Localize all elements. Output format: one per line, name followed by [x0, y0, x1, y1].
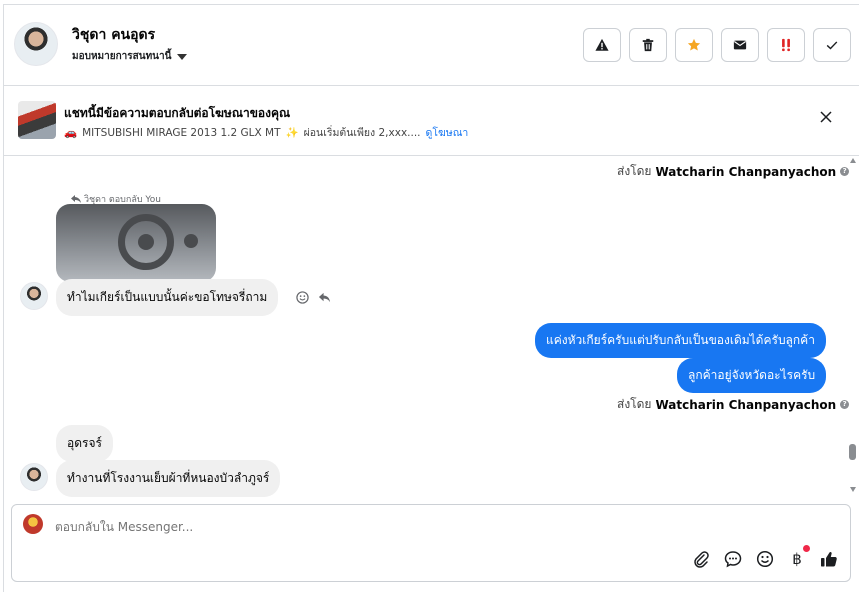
header-actions [583, 28, 851, 62]
like-button[interactable] [820, 550, 838, 568]
outgoing-message[interactable]: แค่งหัวเกียร์ครับแต่ปรับกลับเป็นของเดิมไ… [535, 323, 826, 358]
assign-label: มอบหมายการสนทนานี้ [72, 51, 172, 62]
incoming-message[interactable]: ทำงานที่โรงงานเย็บผ้าที่หนองบัวลำภูจร์ [56, 460, 281, 497]
incoming-message[interactable]: อุดรจร์ [56, 425, 113, 462]
check-icon [826, 41, 838, 50]
paperclip-icon [694, 551, 709, 568]
page-avatar [23, 514, 43, 534]
message-composer: ฿ [11, 504, 851, 582]
message-actions [296, 291, 331, 304]
sent-by-label: ส่งโดย Watcharin Chanpanyachon ? [617, 395, 850, 414]
ad-description: 🚗 MITSUBISHI MIRAGE 2013 1.2 GLX MT ✨ ผ่… [64, 124, 468, 141]
thumbs-up-icon [821, 552, 837, 567]
contact-name[interactable]: วิชุดา คนอุดร [72, 24, 155, 46]
reply-input[interactable] [55, 520, 655, 534]
agent-name: Watcharin Chanpanyachon [655, 397, 837, 412]
warning-icon [595, 38, 609, 51]
star-button[interactable] [675, 28, 713, 62]
delete-button[interactable] [629, 28, 667, 62]
notification-dot [803, 545, 810, 552]
outgoing-message[interactable]: ลูกค้าอยู่จังหวัดอะไรครับ [677, 358, 827, 393]
ad-reply-banner: แชทนี้มีข้อความตอบกลับต่อโฆษณาของคุณ 🚗 M… [4, 86, 859, 156]
contact-avatar-small[interactable] [20, 463, 48, 491]
star-icon [687, 38, 701, 51]
ad-thumbnail[interactable] [18, 101, 56, 139]
composer-tools: ฿ [692, 545, 838, 568]
emoji-button[interactable] [756, 550, 774, 568]
attach-button[interactable] [692, 550, 710, 568]
reply-arrow-icon [71, 195, 81, 203]
smiley-icon [756, 550, 774, 568]
close-icon [820, 111, 832, 123]
mark-important-button[interactable] [767, 28, 805, 62]
scroll-down-arrow[interactable] [850, 487, 856, 492]
replied-image-preview[interactable] [56, 204, 216, 282]
sent-by-prefix: ส่งโดย [617, 397, 652, 411]
double-exclamation-icon [782, 38, 790, 52]
ad-text: MITSUBISHI MIRAGE 2013 1.2 GLX MT [82, 126, 281, 139]
chat-bubble-icon [724, 551, 742, 568]
sparkle-emoji: ✨ [285, 127, 299, 139]
info-icon[interactable]: ? [840, 400, 850, 409]
trash-icon [642, 38, 654, 52]
report-button[interactable] [583, 28, 621, 62]
incoming-message[interactable]: ทำไมเกียร์เป็นแบบนั้นค่ะขอโทษจรี่ถาม [56, 279, 279, 316]
assign-conversation-dropdown[interactable]: มอบหมายการสนทนานี้ [72, 49, 188, 64]
agent-name: Watcharin Chanpanyachon [655, 164, 837, 179]
baht-icon: ฿ [792, 550, 802, 568]
saved-replies-button[interactable] [724, 550, 742, 568]
wheel-hub-shape [138, 234, 154, 250]
contact-avatar-small[interactable] [20, 282, 48, 310]
conversation-header: วิชุดา คนอุดร มอบหมายการสนทนานี้ [4, 5, 859, 86]
envelope-icon [733, 40, 747, 50]
caret-down-icon [177, 54, 188, 60]
contact-avatar[interactable] [14, 22, 58, 66]
mark-unread-button[interactable] [721, 28, 759, 62]
done-button[interactable] [813, 28, 851, 62]
payment-button[interactable]: ฿ [788, 545, 810, 568]
ad-banner-title: แชทนี้มีข้อความตอบกลับต่อโฆษณาของคุณ [64, 106, 291, 120]
smiley-react-icon[interactable] [296, 291, 309, 304]
car-emoji: 🚗 [64, 127, 78, 139]
dash-vent-shape [184, 234, 198, 248]
reply-icon[interactable] [318, 291, 331, 304]
scrollbar-thumb[interactable] [849, 444, 856, 460]
sent-by-label: ส่งโดย Watcharin Chanpanyachon ? [617, 162, 850, 181]
sent-by-prefix: ส่งโดย [617, 164, 652, 178]
ad-text-2: ผ่อนเริ่มต้นเพียง 2,xxx.... [303, 127, 421, 139]
scroll-up-arrow[interactable] [850, 158, 856, 163]
view-ad-link[interactable]: ดูโฆษณา [426, 124, 469, 141]
close-banner-button[interactable] [820, 108, 832, 127]
info-icon[interactable]: ? [840, 167, 850, 176]
